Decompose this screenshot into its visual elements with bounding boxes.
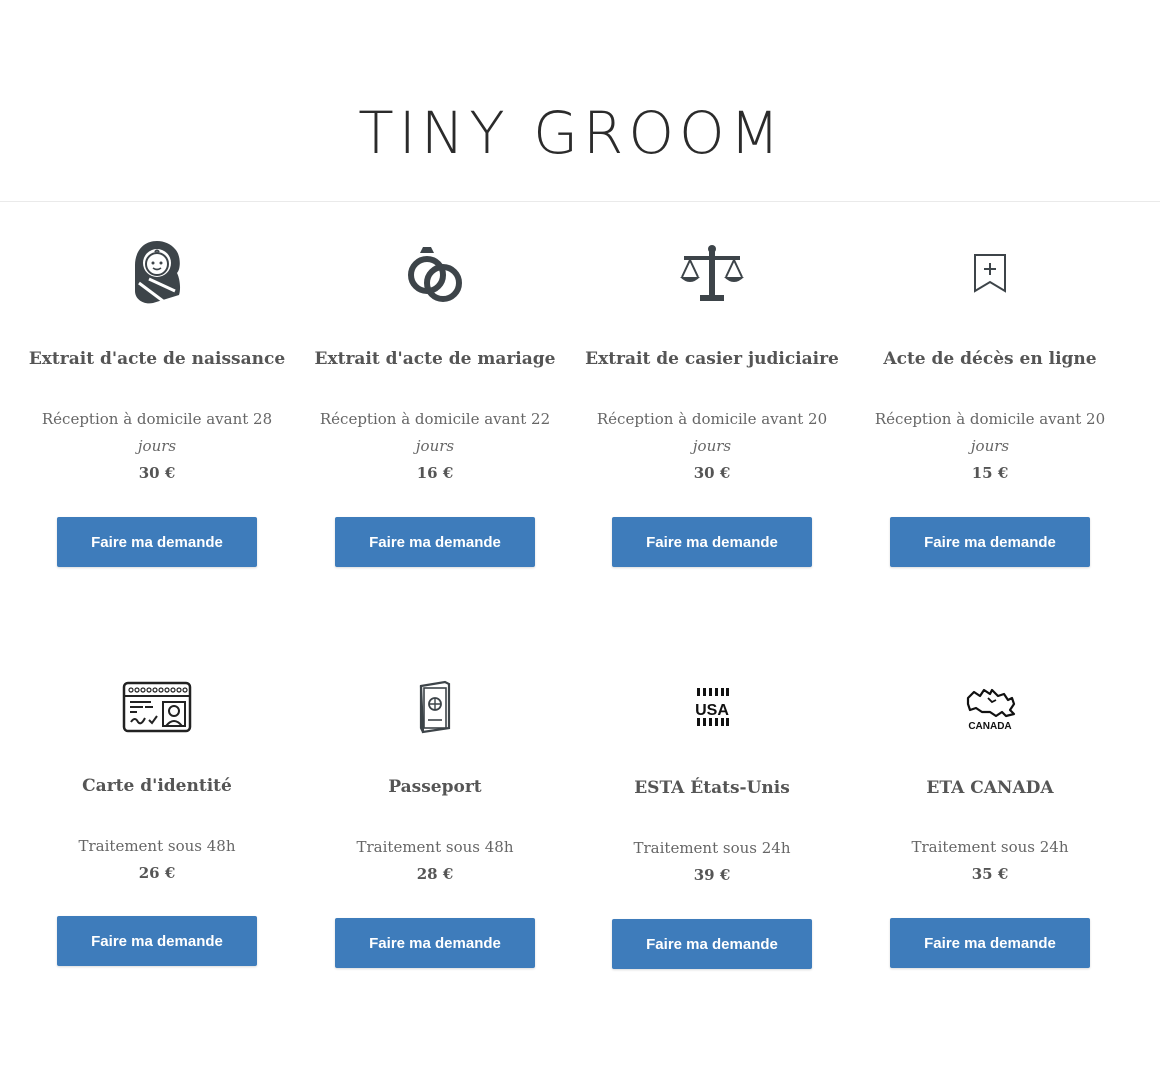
delivery-unit: jours (692, 437, 732, 455)
service-title: Extrait de casier judiciaire (585, 349, 839, 369)
usa-icon: USA (672, 672, 752, 742)
request-button[interactable]: Faire ma demande (335, 517, 535, 567)
passport-icon (395, 672, 475, 742)
request-button[interactable]: Faire ma demande (890, 918, 1090, 968)
service-title: ETA CANADA (926, 778, 1054, 798)
service-price: 16 € (416, 464, 454, 482)
service-price: 30 € (138, 464, 176, 482)
header-divider (0, 201, 1160, 202)
bookmark-cross-icon (950, 238, 1030, 308)
delivery-text: Réception à domicile avant 28 (41, 410, 273, 428)
request-button[interactable]: Faire ma demande (335, 918, 535, 968)
service-delivery: Réception à domicile avant 20 jours (851, 406, 1129, 460)
canada-map-icon: CANADA (950, 672, 1030, 742)
service-title: Carte d'identité (82, 776, 232, 796)
service-price: 28 € (416, 865, 454, 883)
canada-icon-text: CANADA (968, 721, 1011, 732)
delivery-text: Réception à domicile avant 20 (874, 410, 1106, 428)
scales-of-justice-icon (672, 238, 752, 308)
service-price: 39 € (693, 866, 731, 884)
request-button[interactable]: Faire ma demande (612, 517, 812, 567)
service-title: Passeport (388, 777, 482, 797)
service-title: Extrait d'acte de mariage (314, 349, 556, 369)
delivery-unit: jours (415, 437, 455, 455)
request-button[interactable]: Faire ma demande (57, 517, 257, 567)
service-price: 35 € (971, 865, 1009, 883)
request-button[interactable]: Faire ma demande (890, 517, 1090, 567)
service-delivery: Traitement sous 48h (78, 837, 236, 855)
service-title: ESTA États-Unis (634, 778, 790, 798)
usa-icon-text: USA (695, 702, 729, 719)
delivery-unit: jours (970, 437, 1010, 455)
request-button[interactable]: Faire ma demande (612, 919, 812, 969)
request-button[interactable]: Faire ma demande (57, 916, 257, 966)
delivery-unit: jours (137, 437, 177, 455)
service-price: 26 € (138, 864, 176, 882)
service-price: 30 € (693, 464, 731, 482)
service-title: Extrait d'acte de naissance (28, 349, 286, 369)
baby-icon (117, 238, 197, 308)
service-delivery: Traitement sous 24h (633, 839, 791, 857)
id-card-icon (117, 672, 197, 742)
service-delivery: Traitement sous 24h (911, 838, 1069, 856)
wedding-rings-icon (395, 238, 475, 308)
service-title: Acte de décès en ligne (883, 349, 1097, 369)
service-delivery: Réception à domicile avant 28 jours (18, 406, 296, 460)
delivery-text: Réception à domicile avant 22 (319, 410, 551, 428)
service-delivery: Réception à domicile avant 22 jours (296, 406, 574, 460)
service-delivery: Réception à domicile avant 20 jours (573, 406, 851, 460)
service-price: 15 € (971, 464, 1009, 482)
site-title: TINY GROOM (358, 99, 785, 167)
delivery-text: Réception à domicile avant 20 (596, 410, 828, 428)
service-delivery: Traitement sous 48h (356, 838, 514, 856)
